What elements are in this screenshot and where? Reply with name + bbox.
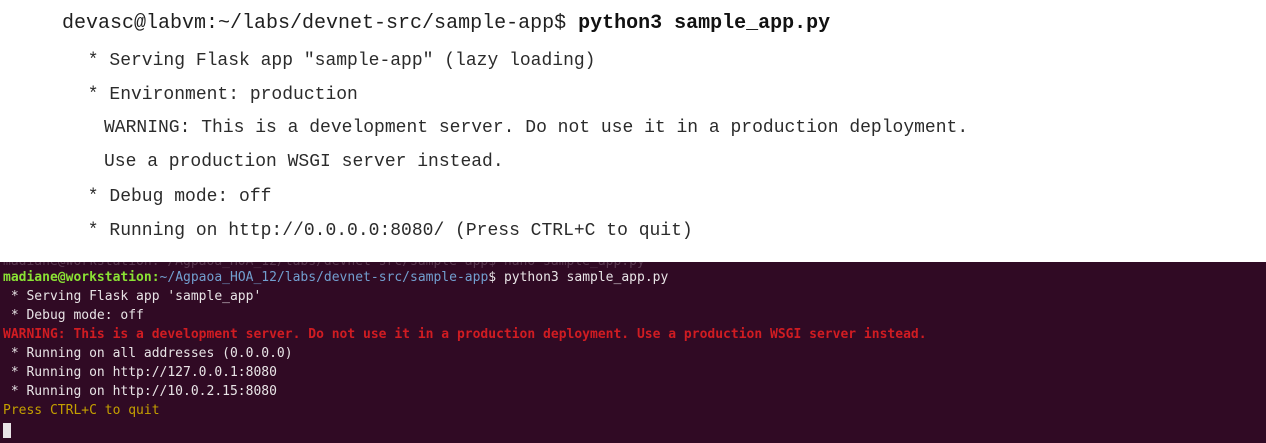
doc-output-line: * Serving Flask app "sample-app" (lazy l… (77, 51, 596, 71)
terminal-quit-hint: Press CTRL+C to quit (3, 403, 160, 418)
terminal-command: python3 sample_app.py (503, 270, 669, 285)
terminal-output-line: * Running on http://10.0.2.15:8080 (3, 384, 277, 399)
prompt-path: ~/Agpaoa_HOA_12/labs/devnet-src/sample-a… (159, 270, 489, 285)
doc-output-line: * Running on http://0.0.0.0:8080/ (Press… (77, 221, 693, 241)
doc-output-line: * Debug mode: off (77, 187, 272, 207)
terminal-output-line: * Serving Flask app 'sample_app' (3, 289, 262, 304)
terminal-prompt-line: madiane@workstation:~/Agpaoa_HOA_12/labs… (3, 269, 668, 287)
prompt-dollar: $ (488, 270, 504, 285)
terminal-window[interactable]: madiane@workstation:~/Agpaoa_HOA_12/labs… (0, 262, 1266, 443)
prompt-colon: : (151, 270, 160, 285)
doc-prompt-line: devasc@labvm:~/labs/devnet-src/sample-ap… (62, 13, 830, 35)
terminal-output-line: * Running on all addresses (0.0.0.0) (3, 346, 293, 361)
terminal-warning-line: WARNING: This is a development server. D… (3, 327, 927, 342)
terminal-cursor (3, 423, 11, 438)
document-code-listing: devasc@labvm:~/labs/devnet-src/sample-ap… (0, 0, 1266, 262)
doc-command: python3 sample_app.py (578, 12, 831, 35)
terminal-output-line: * Debug mode: off (3, 308, 144, 323)
prompt-user-host: madiane@workstation (3, 270, 152, 285)
doc-output-line: * Environment: production (77, 85, 358, 105)
terminal-output-line: * Running on http://127.0.0.1:8080 (3, 365, 277, 380)
doc-prompt: devasc@labvm:~/labs/devnet-src/sample-ap… (62, 12, 579, 35)
doc-output-line: WARNING: This is a development server. D… (104, 118, 969, 138)
doc-output-line: Use a production WSGI server instead. (104, 152, 504, 172)
